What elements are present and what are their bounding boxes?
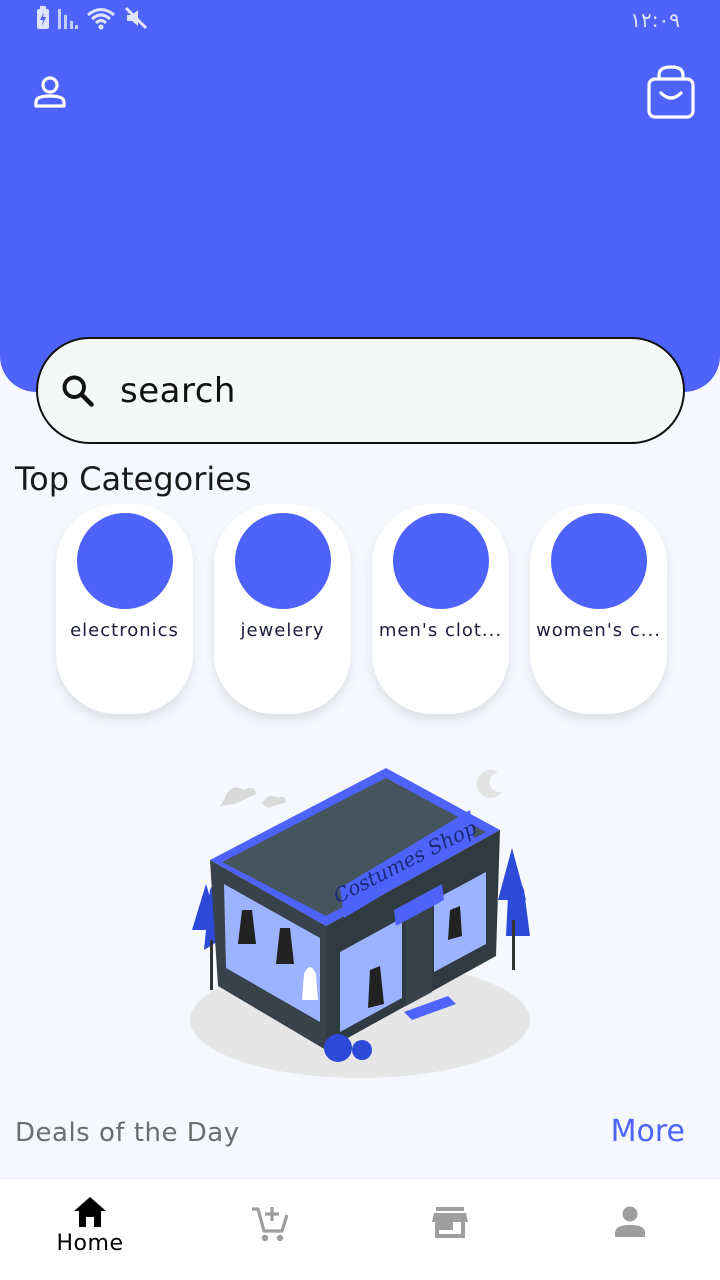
battery-charging-icon <box>37 6 49 29</box>
cart-button[interactable] <box>646 64 696 120</box>
category-card-womens-clothing[interactable]: women's c... <box>530 504 667 714</box>
category-image <box>550 513 647 609</box>
shopping-bag-icon <box>647 65 695 119</box>
category-label: women's c... <box>536 620 661 641</box>
category-card-electronics[interactable]: electronics <box>56 504 193 714</box>
category-label: men's clot... <box>378 620 503 641</box>
category-label: jewelery <box>240 620 325 641</box>
header-banner <box>0 0 720 392</box>
deals-more-link[interactable]: More <box>611 1114 685 1149</box>
home-icon <box>74 1197 106 1227</box>
search-placeholder[interactable]: search <box>120 371 236 411</box>
status-bar: ۱۲:۰۹ <box>0 0 720 40</box>
category-list: electronics jewelery men's clot... women… <box>56 504 667 714</box>
status-time: ۱۲:۰۹ <box>630 8 680 32</box>
status-icons <box>36 6 148 30</box>
signal-icon <box>58 9 78 29</box>
profile-button[interactable] <box>28 70 72 114</box>
category-image <box>392 513 489 609</box>
nav-cart[interactable] <box>180 1179 360 1280</box>
search-bar[interactable]: search <box>36 337 685 444</box>
category-image <box>234 513 331 609</box>
search-icon <box>62 375 94 407</box>
add-to-cart-icon <box>252 1207 289 1242</box>
shop-illustration: Costumes Shop <box>190 768 530 1078</box>
category-label: electronics <box>70 620 179 641</box>
store-icon <box>432 1207 468 1238</box>
category-card-mens-clothing[interactable]: men's clot... <box>372 504 509 714</box>
mute-icon <box>124 6 148 30</box>
category-image <box>76 513 173 609</box>
nav-home[interactable]: Home <box>0 1179 180 1280</box>
person-icon <box>615 1206 645 1237</box>
wifi-icon <box>87 8 115 30</box>
deals-title: Deals of the Day <box>15 1118 240 1148</box>
nav-profile[interactable] <box>540 1179 720 1280</box>
category-card-jewelery[interactable]: jewelery <box>214 504 351 714</box>
bottom-nav: Home <box>0 1178 720 1280</box>
person-outline-icon <box>34 76 66 108</box>
top-categories-title: Top Categories <box>15 460 252 498</box>
nav-home-label: Home <box>56 1231 124 1256</box>
nav-store[interactable] <box>360 1179 540 1280</box>
